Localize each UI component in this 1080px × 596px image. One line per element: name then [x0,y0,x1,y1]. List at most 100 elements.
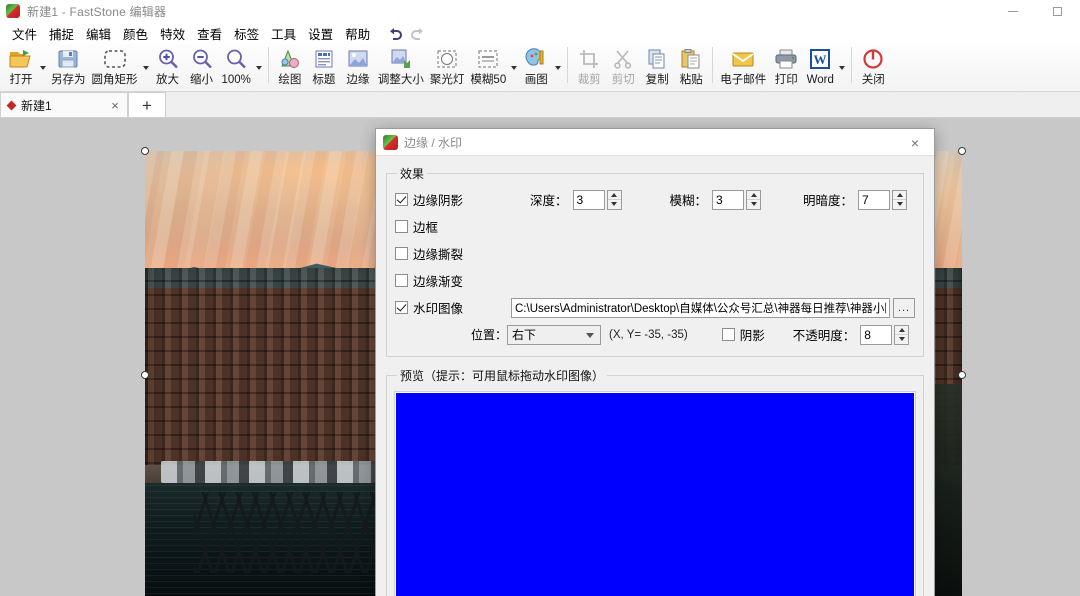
watermark-preview-canvas[interactable]: 神 [394,391,916,596]
new-tab-button[interactable]: + [128,92,166,117]
toolbar-close-label: 关闭 [861,74,885,86]
toolbar-paste[interactable]: 粘贴 [674,44,708,90]
toolbar-open-dropdown[interactable] [38,44,48,90]
brightness-spinner[interactable] [858,189,908,210]
toolbar-blur-50[interactable]: 模糊50 [467,44,509,90]
toolbar-word-dropdown[interactable] [837,44,847,90]
tab-close-icon[interactable]: × [107,97,123,113]
field-brightness-label: 明暗度： [803,194,854,208]
depth-spinner-arrows[interactable] [606,189,622,210]
blur-spinner-arrows[interactable] [746,189,762,210]
power-icon [862,46,884,72]
menu-help[interactable]: 帮助 [339,22,376,45]
depth-spinner[interactable] [572,189,622,210]
toolbar-copy[interactable]: 复制 [640,44,674,90]
opacity-input[interactable] [860,324,893,345]
opacity-spinner-down[interactable] [895,335,908,344]
brightness-spinner-down[interactable] [893,200,906,209]
depth-spinner-up[interactable] [607,191,621,200]
watermark-browse-button[interactable]: ... [893,297,915,318]
checkbox-edge-shadow-label: 边缘阴影 [413,194,464,208]
toolbar-save-as[interactable]: 另存为 [48,44,89,90]
checkbox-shadow-box[interactable] [721,328,735,341]
toolbar-blur-50-dropdown[interactable] [509,44,519,90]
menu-view[interactable]: 查看 [191,22,228,45]
toolbar-rounded-rect-dropdown[interactable] [141,44,151,90]
resize-handle-top-right[interactable] [958,147,966,155]
opacity-spinner-up[interactable] [895,326,909,335]
toolbar-resize[interactable]: 调整大小 [375,44,427,90]
resize-handle-middle-left[interactable] [141,371,149,379]
dialog-close-button[interactable]: × [896,129,934,156]
resize-handle-middle-right[interactable] [958,371,966,379]
undo-icon[interactable] [384,24,406,42]
checkbox-border-box[interactable] [395,220,408,233]
checkbox-torn-edge-box[interactable] [395,247,408,260]
toolbar-paint[interactable]: 画图 [519,44,553,90]
toolbar-rounded-rect[interactable]: 圆角矩形 [89,44,141,90]
toolbar-zoom-100[interactable]: 100% [219,44,254,90]
toolbar-word[interactable]: W Word [803,44,837,90]
toolbar-spotlight[interactable]: 聚光灯 [427,44,468,90]
brightness-spinner-arrows[interactable] [892,189,908,210]
blur-input[interactable] [712,189,745,210]
draw-icon [279,46,301,72]
checkbox-border-label: 边框 [413,221,439,235]
blur-spinner[interactable] [712,189,762,210]
menu-capture[interactable]: 捕捉 [43,22,80,45]
preview-group: 预览（提示：可用鼠标拖动水印图像） 神 [386,367,924,596]
brightness-spinner-up[interactable] [893,191,907,200]
blur-spinner-up[interactable] [747,191,761,200]
toolbar-edge[interactable]: 边缘 [341,44,375,90]
checkbox-fade-edge-box[interactable] [395,274,408,287]
position-select[interactable]: 右下 [507,324,602,345]
checkbox-torn-edge[interactable]: 边缘撕裂 [395,244,463,263]
checkbox-shadow[interactable]: 阴影 [721,325,765,344]
checkbox-fade-edge[interactable]: 边缘渐变 [395,271,463,290]
toolbar-zoom-in[interactable]: 放大 [151,44,185,90]
toolbar-open-label: 打开 [9,74,33,86]
toolbar-zoom-out[interactable]: 缩小 [185,44,219,90]
fade-edge-row: 边缘渐变 [395,267,915,294]
checkbox-watermark-box[interactable] [395,301,408,314]
menu-tools[interactable]: 工具 [265,22,302,45]
maximize-button[interactable] [1035,0,1080,22]
tab-新建1[interactable]: 新建1 × [0,92,128,117]
caption-icon [313,46,335,72]
toolbar-zoom-100-dropdown[interactable] [254,44,264,90]
toolbar-email[interactable]: 电子邮件 [717,44,769,90]
checkbox-watermark[interactable]: 水印图像 [395,298,501,317]
blur-spinner-down[interactable] [747,200,760,209]
toolbar-edge-label: 边缘 [346,74,370,86]
menu-edit[interactable]: 编辑 [80,22,117,45]
resize-handle-top-left[interactable] [141,147,149,155]
opacity-spinner[interactable] [860,324,910,345]
checkbox-border[interactable]: 边框 [395,217,438,236]
toolbar-print[interactable]: 打印 [769,44,803,90]
window-title: 新建1 - FastStone 编辑器 [27,4,167,19]
menu-tags[interactable]: 标签 [228,22,265,45]
opacity-spinner-arrows[interactable] [894,324,910,345]
toolbar-separator-1 [267,47,269,83]
toolbar-paint-dropdown[interactable] [553,44,563,90]
toolbar-open[interactable]: 打开 [4,44,38,90]
svg-text:W: W [814,52,827,67]
depth-spinner-down[interactable] [608,200,621,209]
minimize-button[interactable] [990,0,1035,22]
menu-color[interactable]: 颜色 [117,22,154,45]
field-blur-label: 模糊： [669,194,708,208]
toolbar-draw[interactable]: 绘图 [273,44,307,90]
watermark-path-input[interactable] [511,297,890,318]
depth-input[interactable] [572,189,605,210]
toolbar-caption[interactable]: 标题 [307,44,341,90]
menu-effects[interactable]: 特效 [154,22,191,45]
torn-edge-row: 边缘撕裂 [395,240,915,267]
toolbar-caption-label: 标题 [312,74,336,86]
checkbox-edge-shadow[interactable]: 边缘阴影 [395,190,525,209]
menu-settings[interactable]: 设置 [302,22,339,45]
checkbox-edge-shadow-box[interactable] [395,193,408,206]
brightness-input[interactable] [858,189,891,210]
menu-file[interactable]: 文件 [6,22,43,45]
document-tabbar: 新建1 × + [0,92,1080,118]
toolbar-close[interactable]: 关闭 [856,44,890,90]
